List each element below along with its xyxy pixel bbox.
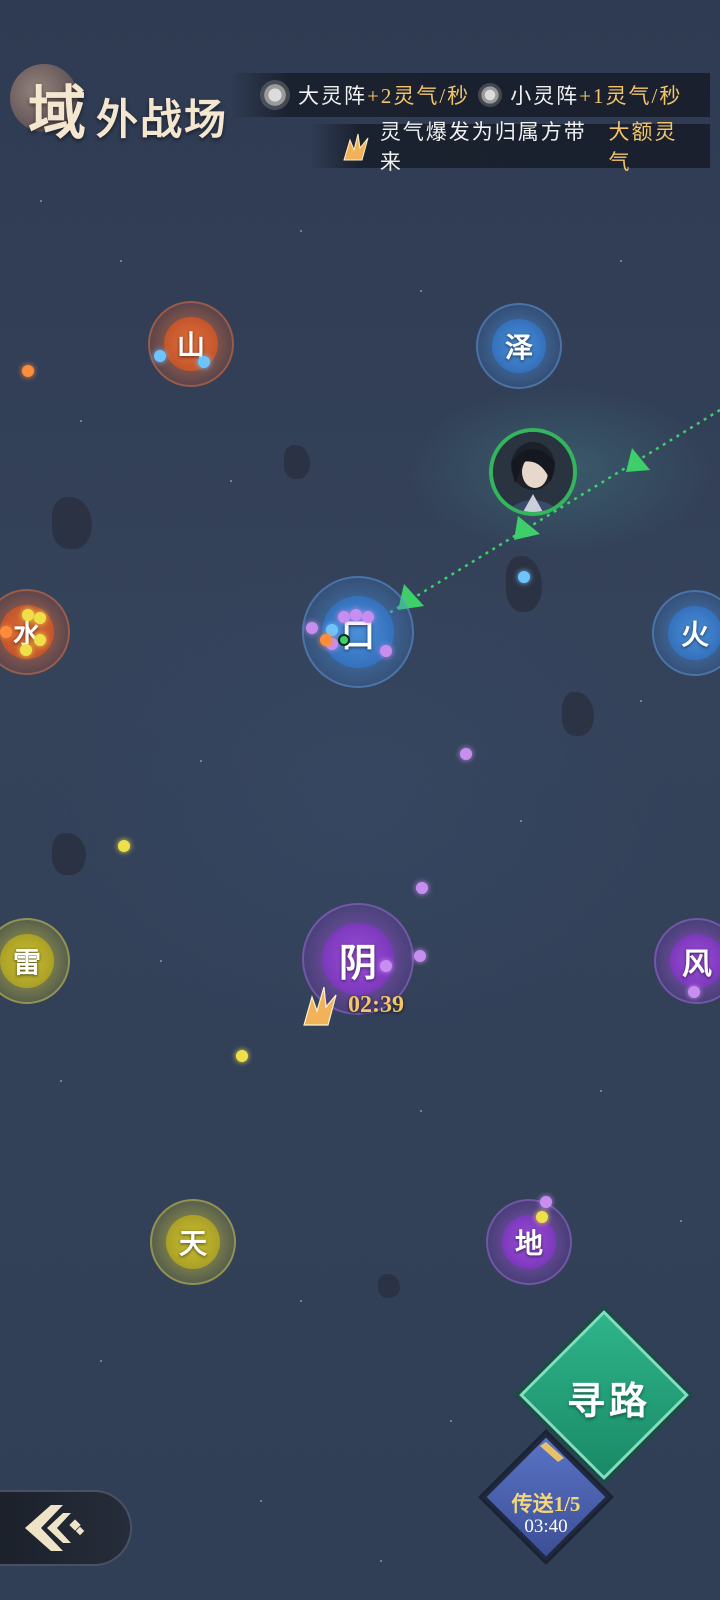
node-kou[interactable]: 口 (302, 576, 414, 688)
player-marker (518, 571, 530, 583)
node-tian[interactable]: 天 (150, 1199, 236, 1285)
player-marker (460, 748, 472, 760)
player-marker (540, 1196, 552, 1208)
player-marker (338, 611, 350, 623)
player-marker (688, 986, 700, 998)
route-arrow (626, 448, 650, 472)
node-di-label: 地 (502, 1215, 556, 1269)
teleport-count[interactable]: 传送1/5 (494, 1488, 598, 1518)
back-button[interactable] (0, 1490, 132, 1566)
player-marker (0, 626, 12, 638)
node-ze[interactable]: 泽 (476, 303, 562, 389)
node-shan[interactable]: 山 (148, 301, 234, 387)
node-tian-label: 天 (166, 1215, 220, 1269)
player-marker (236, 1050, 248, 1062)
page-title: 域 外战场 (10, 64, 250, 146)
player-marker (22, 609, 34, 621)
burst-countdown: 02:39 (300, 980, 440, 1030)
burst-icon (340, 130, 372, 162)
node-ze-label: 泽 (492, 319, 546, 373)
route-arrow (514, 516, 540, 540)
node-di[interactable]: 地 (486, 1199, 572, 1285)
player-avatar[interactable] (489, 428, 577, 516)
teleport-cooldown: 03:40 (524, 1516, 568, 1537)
player-marker (416, 882, 428, 894)
player-marker (198, 356, 210, 368)
small-array-rate: +1灵气/秒 (579, 84, 683, 108)
self-marker (338, 634, 350, 646)
small-array-icon (478, 83, 503, 107)
pathfind-label[interactable]: 寻路 (544, 1370, 674, 1425)
node-feng-label: 风 (670, 934, 720, 988)
player-marker (306, 622, 318, 634)
character-portrait-icon (493, 432, 573, 512)
big-array-icon (260, 80, 290, 110)
small-array-label: 小灵阵 (510, 84, 580, 108)
player-marker (362, 611, 374, 623)
burst-text: 灵气爆发为归属方带来 (379, 120, 587, 174)
player-marker (350, 609, 362, 621)
player-marker (118, 840, 130, 852)
node-huo-label: 火 (668, 606, 720, 660)
player-marker (154, 350, 166, 362)
player-marker (34, 612, 46, 624)
burst-text-highlight: 大额灵气 (608, 120, 678, 174)
player-marker (380, 960, 392, 972)
burst-icon (303, 986, 337, 1026)
player-marker (414, 950, 426, 962)
player-marker (380, 645, 392, 657)
big-array-label: 大灵阵 (298, 84, 367, 108)
teleport-progress-mark (540, 1442, 564, 1462)
player-marker (536, 1211, 548, 1223)
burst-info-banner: 灵气爆发为归属方带来 大额灵气 (310, 120, 710, 174)
player-marker (34, 634, 46, 646)
player-marker (22, 365, 34, 377)
title-rest: 外战场 (96, 98, 229, 144)
player-marker (320, 634, 332, 646)
player-marker (20, 644, 32, 656)
array-rate-banner: 大灵阵 +2灵气/秒 小灵阵 +1灵气/秒 (230, 73, 710, 117)
burst-timer-text: 02:39 (348, 991, 404, 1018)
big-array-rate: +2灵气/秒 (367, 84, 471, 108)
back-arrow-icon (25, 1505, 85, 1551)
title-first-char: 域 (28, 81, 87, 146)
node-lei-label: 雷 (0, 934, 54, 988)
